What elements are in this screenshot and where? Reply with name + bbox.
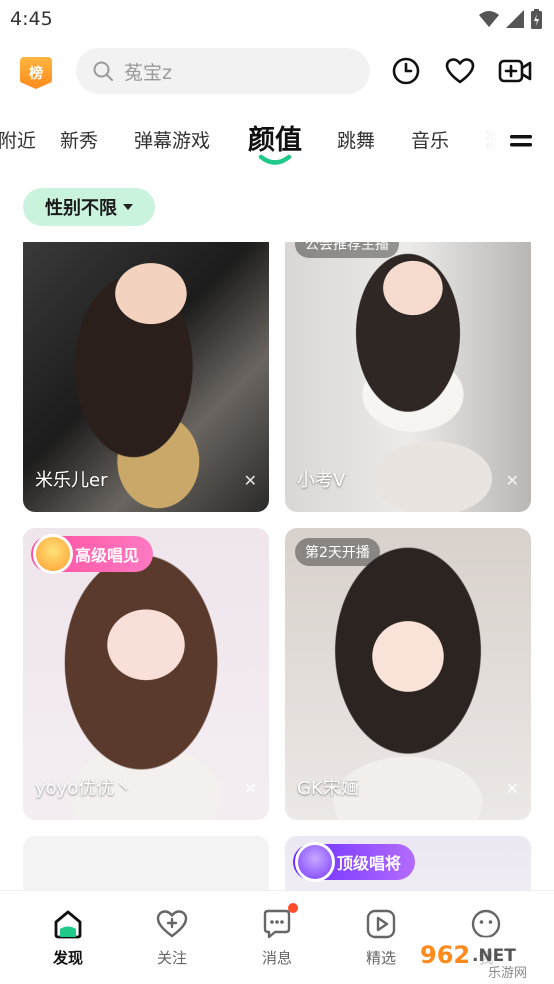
tab-newcomer[interactable]: 新秀 [60, 126, 98, 153]
status-bar: 4:45 [0, 0, 554, 38]
microphone-medal-icon [295, 842, 335, 882]
top-singer-label: 顶级唱将 [337, 854, 402, 873]
play-icon [364, 907, 398, 941]
days-live-tag: 第2天开播 [295, 538, 380, 566]
stream-card[interactable]: 公会推荐主播 小考V ✕ [285, 242, 531, 512]
svg-text:乐游网: 乐游网 [488, 966, 527, 981]
tab-active-indicator [258, 154, 292, 165]
status-time: 4:45 [10, 8, 53, 30]
go-live-button[interactable] [498, 54, 532, 88]
search-icon [93, 61, 113, 81]
recommended-tag: 公会推荐主播 [295, 242, 399, 258]
top-bar: 榜 菟宝z [0, 44, 554, 100]
status-icons [479, 9, 542, 29]
wifi-icon [479, 11, 499, 27]
nav-discover[interactable]: 发现 [28, 907, 108, 968]
streamer-name: 米乐儿er [35, 470, 108, 491]
battery-icon [531, 9, 542, 29]
nav-following[interactable]: 关注 [132, 907, 212, 968]
favorites-button[interactable] [443, 54, 477, 88]
nav-discover-label: 发现 [52, 949, 83, 967]
signal-icon [506, 10, 524, 28]
microphone-medal-icon [33, 534, 73, 574]
stream-card[interactable]: 高级唱见 yoyo优优丶 ✕ [23, 528, 269, 820]
tab-danmaku-games[interactable]: 弹幕游戏 [134, 126, 210, 153]
search-placeholder: 菟宝z [124, 61, 172, 84]
stream-card[interactable]: 顶级唱将 [285, 836, 531, 891]
home-icon [51, 907, 85, 941]
nav-messages-label: 消息 [261, 949, 292, 967]
dismiss-icon[interactable]: ✕ [244, 779, 257, 798]
senior-singer-badge: 高级唱见 [31, 534, 154, 574]
senior-singer-label: 高级唱见 [75, 546, 140, 565]
streamer-feed: 米乐儿er ✕ 公会推荐主播 小考V ✕ 高级唱见 yoyo优优丶 ✕ 第2天开… [0, 242, 554, 891]
tab-nearby[interactable]: 附近 [0, 126, 36, 153]
search-input[interactable]: 菟宝z [76, 48, 370, 94]
caret-down-icon [123, 204, 133, 210]
nav-messages[interactable]: 消息 [237, 903, 317, 968]
streamer-name: yoyo优优丶 [35, 778, 133, 799]
nav-featured[interactable]: 精选 [341, 907, 421, 968]
message-icon [260, 903, 298, 941]
nav-featured-label: 精选 [365, 949, 396, 967]
history-button[interactable] [389, 54, 423, 88]
clock-icon [392, 57, 420, 85]
stream-card[interactable] [23, 836, 269, 891]
heart-icon [445, 58, 475, 84]
tab-dance[interactable]: 跳舞 [337, 126, 375, 153]
dismiss-icon[interactable]: ✕ [506, 779, 519, 798]
gender-filter-dropdown[interactable]: 性别不限 [23, 188, 155, 226]
menu-icon[interactable] [508, 128, 534, 154]
heart-plus-icon [155, 907, 189, 941]
svg-text:.NET: .NET [472, 946, 516, 966]
streamer-name: 小考V [297, 470, 346, 491]
dismiss-icon[interactable]: ✕ [244, 471, 257, 490]
stream-card[interactable]: 米乐儿er ✕ [23, 242, 269, 512]
gender-filter-label: 性别不限 [45, 198, 117, 219]
ranking-badge-button[interactable]: 榜 [20, 57, 52, 89]
category-tabs: 附近 新秀 弹幕游戏 颜值 跳舞 音乐 游 [0, 112, 554, 168]
nav-following-label: 关注 [156, 949, 187, 967]
site-watermark-logo: 962 .NET 乐游网 [414, 937, 550, 981]
tabs-fade [448, 112, 508, 168]
tab-music[interactable]: 音乐 [411, 126, 449, 153]
tab-looks[interactable]: 颜值 [248, 118, 302, 157]
stream-card[interactable]: 第2天开播 GK宋婳 ✕ [285, 528, 531, 820]
video-camera-icon [498, 59, 532, 83]
dismiss-icon[interactable]: ✕ [506, 471, 519, 490]
streamer-name: GK宋婳 [297, 778, 359, 799]
ranking-badge-label: 榜 [29, 66, 43, 82]
notification-dot [288, 903, 298, 913]
svg-text:962: 962 [420, 941, 470, 969]
top-singer-badge: 顶级唱将 [293, 842, 416, 882]
